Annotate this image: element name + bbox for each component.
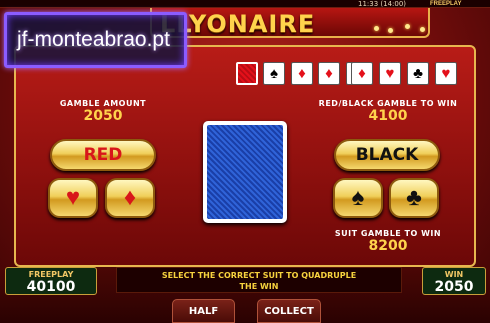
watermark-badge: jf-monteabrao.pt — [4, 12, 187, 68]
light-bulb — [388, 28, 393, 33]
win-label: WIN — [444, 270, 464, 279]
top-status-bar: 11:33 (14:00) FREEPLAY — [0, 0, 490, 8]
light-bulb — [374, 26, 379, 31]
watermark-text: jf-monteabrao.pt — [17, 28, 170, 51]
club-suit-button[interactable]: ♣ — [389, 178, 439, 218]
clock: 11:33 (14:00) — [358, 0, 407, 8]
gamble-amount-value: 2050 — [83, 108, 123, 124]
freeplay-value: 40100 — [26, 279, 76, 295]
spade-suit-button[interactable]: ♠ — [333, 178, 383, 218]
collect-button[interactable]: COLLECT — [257, 299, 321, 323]
history-diamond-icon: ♦ — [351, 62, 373, 85]
light-bulb — [405, 24, 410, 29]
message-line-1: SELECT THE CORRECT SUIT TO QUADRUPLE — [161, 271, 357, 280]
win-box: WIN 2050 — [422, 267, 486, 295]
card-back-pattern — [207, 125, 283, 219]
red-black-gamble-label: RED/BLACK GAMBLE TO WIN — [318, 99, 458, 108]
red-button[interactable]: RED — [50, 139, 156, 171]
win-value: 2050 — [434, 279, 474, 295]
history-diamond-icon: ♦ — [291, 62, 313, 85]
history-diamond-icon: ♦ — [318, 62, 340, 85]
history-heart-icon: ♥ — [435, 62, 457, 85]
red-black-gamble-value: 4100 — [368, 108, 408, 124]
half-button[interactable]: HALF — [172, 299, 235, 323]
status-message: SELECT THE CORRECT SUIT TO QUADRUPLE THE… — [116, 267, 402, 293]
gamble-amount-label: GAMBLE AMOUNT — [59, 99, 147, 108]
light-bulb — [420, 27, 425, 32]
history-heart-icon: ♥ — [379, 62, 401, 85]
history-club-icon: ♣ — [407, 62, 429, 85]
message-line-2: THE WIN — [239, 282, 279, 291]
heart-suit-button[interactable]: ♥ — [48, 178, 98, 218]
diamond-suit-button[interactable]: ♦ — [105, 178, 155, 218]
gamble-card-back — [203, 121, 287, 223]
freeplay-tag: FREEPLAY — [430, 1, 462, 7]
history-spade-icon: ♠ — [263, 62, 285, 85]
freeplay-label: FREEPLAY — [28, 270, 74, 279]
freeplay-box: FREEPLAY 40100 — [5, 267, 97, 295]
history-card-back — [236, 62, 258, 85]
suit-gamble-label: SUIT GAMBLE TO WIN — [334, 229, 442, 238]
game-screen: 11:33 (14:00) FREEPLAY LLYONAIRE ♠ ♦ ♦ ♦… — [0, 0, 490, 323]
black-button[interactable]: BLACK — [334, 139, 440, 171]
suit-gamble-value: 8200 — [368, 238, 408, 254]
